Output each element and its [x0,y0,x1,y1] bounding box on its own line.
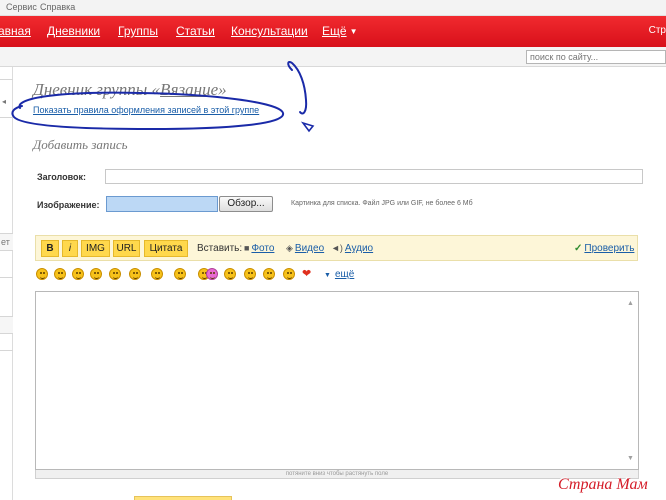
spellcheck-link[interactable]: ✓ Проверить [574,243,634,254]
heart-icon[interactable]: ❤ [302,269,311,280]
smiley-icon[interactable] [36,268,48,280]
sidebar-divider [0,117,13,118]
page-title: Дневник группы «Вязание» [33,80,227,100]
sidebar-divider [0,277,13,278]
smiley-icon[interactable] [244,268,256,280]
image-hint: Картинка для списка. Файл JPG или GIF, н… [291,200,473,207]
smiley-icon[interactable] [90,268,102,280]
image-file-field[interactable] [106,196,218,212]
smiley-icon[interactable] [129,268,141,280]
img-button[interactable]: IMG [81,240,110,257]
watermark-logo: Страна Мам [558,476,648,493]
brand-tab: Стр [648,25,666,36]
insert-label: Вставить: [197,243,243,254]
insert-audio-link[interactable]: ◄) Аудио [331,243,373,254]
nav-consultations[interactable]: Консультации [231,24,308,38]
browse-button[interactable]: Обзор... [219,196,273,212]
resize-handle[interactable]: потяните вниз чтобы растянуть поле [35,470,639,479]
quote-button[interactable]: Цитата [144,240,188,257]
browser-menubar: Сервис Справка [0,0,666,16]
menu-help[interactable]: Справка [40,2,75,12]
show-rules-link[interactable]: Показать правила оформления записей в эт… [33,105,259,115]
nav-diaries[interactable]: Дневники [47,24,100,38]
page-title-prefix: Дневник группы « [33,80,161,99]
page: Сервис Справка авная Дневники Группы Ста… [0,0,666,500]
insert-audio-label: Аудио [344,243,374,254]
chevron-down-icon: ▼ [324,272,331,279]
bold-button[interactable]: B [41,240,59,257]
nav-more[interactable]: Ещё ▼ [322,24,357,38]
smiley-icon[interactable] [174,268,186,280]
sidebar-divider [0,79,13,80]
title-label: Заголовок: [37,172,87,182]
sidebar-dropdown-icon[interactable]: ◂ [2,97,6,106]
insert-photo-link[interactable]: ■ Фото [244,243,274,254]
editor-toolbar: B i IMG URL Цитата Вставить: ■ Фото ◈ Виде… [35,235,638,261]
smiley-icon[interactable] [109,268,121,280]
add-entry-heading: Добавить запись [33,137,128,152]
italic-button[interactable]: i [62,240,78,257]
annotation-cursor-tip [300,121,315,133]
editor-scrollbar[interactable]: ▲ ▼ [624,292,638,469]
image-label: Изображение: [37,200,100,210]
smiley-icon[interactable] [283,268,295,280]
sidebar-box[interactable]: ет [0,233,13,251]
search-input[interactable] [526,50,666,64]
page-title-suffix: » [218,80,227,99]
video-icon: ◈ [286,243,293,253]
annotation-cursor-stroke [287,61,308,115]
chevron-down-icon: ▼ [349,27,358,36]
more-emoticons-link[interactable]: ▼ ещё [324,269,354,280]
scroll-down-icon[interactable]: ▼ [627,455,634,462]
insert-video-link[interactable]: ◈ Видео [286,243,324,254]
nav-articles[interactable]: Статьи [176,24,215,38]
spellcheck-icon: ✓ [574,243,583,254]
sidebar-box[interactable] [0,316,13,334]
title-input[interactable] [105,169,643,184]
sidebar-fragment: ет [1,237,10,247]
spellcheck-label: Проверить [584,243,635,254]
nav-groups[interactable]: Группы [118,24,158,38]
smiley-icon[interactable] [72,268,84,280]
submit-button-peek[interactable] [134,496,232,500]
lips-icon[interactable] [206,268,218,280]
speaker-icon: ◄) [331,243,343,253]
menu-service[interactable]: Сервис [6,2,37,12]
insert-video-label: Видео [294,243,325,254]
group-link[interactable]: Вязание [160,80,218,99]
smiley-icon[interactable] [263,268,275,280]
camera-icon: ■ [244,243,250,253]
url-button[interactable]: URL [113,240,140,257]
scroll-up-icon[interactable]: ▲ [627,300,634,307]
left-sidebar: ◂ ет [0,67,13,500]
site-nav: авная Дневники Группы Статьи Консультаци… [0,16,666,47]
smiley-icon[interactable] [224,268,236,280]
search-strip [0,47,666,67]
entry-textarea[interactable] [35,291,639,470]
more-emoticons-label: ещё [334,269,355,280]
nav-more-label: Ещё [322,24,347,38]
smiley-icon[interactable] [54,268,66,280]
insert-photo-label: Фото [251,243,275,254]
sidebar-divider [0,350,13,351]
nav-home[interactable]: авная [0,24,31,38]
resize-hint: потяните вниз чтобы растянуть поле [285,471,389,477]
smiley-icon[interactable] [151,268,163,280]
